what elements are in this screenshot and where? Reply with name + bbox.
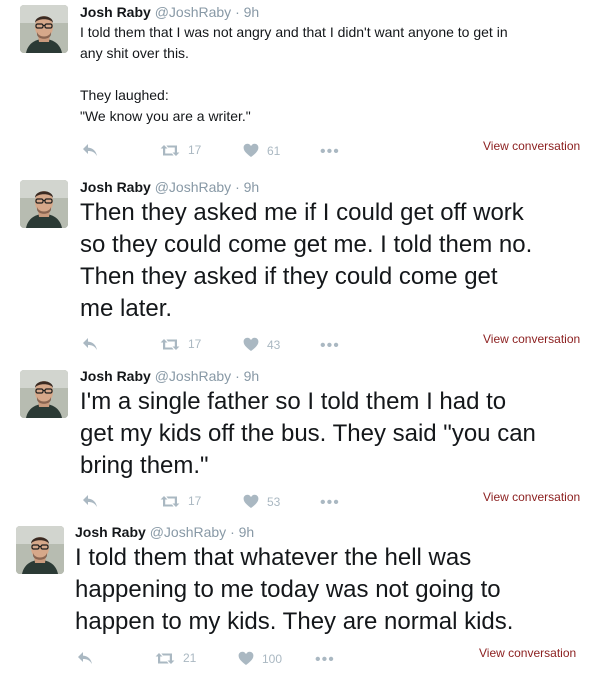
reply-icon — [82, 337, 98, 351]
retweet-count: 21 — [183, 651, 197, 665]
reply-icon — [82, 494, 98, 508]
like-button[interactable]: 43 — [243, 337, 280, 352]
retweet-icon — [155, 652, 175, 665]
tweet-text: I'm a single father so I told them I had… — [80, 386, 536, 482]
like-count: 61 — [267, 143, 281, 158]
heart-icon — [243, 337, 259, 352]
tweet-text-line: any shit over this. — [80, 45, 189, 61]
tweet: Josh Raby @JoshRaby · 9h I'm a single fa… — [0, 360, 610, 520]
tweet-text-line: me later. — [80, 295, 173, 322]
tweet: Josh Raby @JoshRaby · 9h I told them tha… — [0, 0, 610, 170]
reply-icon — [77, 651, 93, 665]
tweet-text-line: They laughed: — [80, 87, 169, 103]
tweet-text: Then they asked me if I could get off wo… — [80, 197, 532, 325]
tweet-text-line: happening to me today was not going to — [75, 576, 501, 603]
more-icon[interactable]: ••• — [320, 495, 340, 511]
separator-dot: · — [235, 4, 240, 20]
like-button[interactable]: 100 — [238, 651, 282, 666]
display-name[interactable]: Josh Raby — [80, 4, 151, 20]
like-button[interactable]: 61 — [243, 143, 280, 158]
retweet-count: 17 — [188, 337, 202, 351]
separator-dot: · — [235, 179, 240, 195]
reply-button[interactable] — [82, 494, 98, 508]
user-handle[interactable]: @JoshRaby — [155, 368, 231, 384]
reply-button[interactable] — [82, 143, 98, 157]
separator-dot: · — [230, 524, 235, 540]
retweet-button[interactable]: 21 — [155, 651, 196, 665]
avatar[interactable] — [16, 526, 64, 574]
tweet-actions: 17 61 ••• View conversation — [80, 139, 590, 163]
tweet-text: I told them that whatever the hell was h… — [75, 542, 513, 638]
tweet-header: Josh Raby @JoshRaby · 9h — [80, 178, 259, 196]
display-name[interactable]: Josh Raby — [80, 179, 151, 195]
tweet-text-line: bring them." — [80, 452, 209, 479]
more-icon[interactable]: ••• — [315, 652, 335, 668]
retweet-button[interactable]: 17 — [160, 337, 201, 351]
display-name[interactable]: Josh Raby — [75, 524, 146, 540]
tweet-text-line: Then they asked if they could come get — [80, 263, 498, 290]
retweet-icon — [160, 338, 180, 351]
tweet-text-line: I told them that whatever the hell was — [75, 544, 472, 571]
tweet-actions: 21 100 ••• View conversation — [75, 646, 585, 671]
tweet-text-line: Then they asked me if I could get off wo… — [80, 199, 524, 226]
timestamp[interactable]: 9h — [239, 524, 255, 540]
heart-icon — [238, 651, 254, 666]
retweet-count: 17 — [188, 143, 202, 157]
view-conversation-link[interactable]: View conversation — [483, 139, 580, 153]
avatar[interactable] — [20, 180, 68, 228]
tweet-text-line: I'm a single father so I told them I had… — [80, 388, 507, 415]
tweet-text-line: get my kids off the bus. They said "you … — [80, 420, 536, 447]
paragraph-break — [80, 64, 508, 85]
like-count: 100 — [262, 651, 283, 666]
retweet-icon — [160, 144, 180, 157]
tweet-text-line: I told them that I was not angry and tha… — [80, 24, 508, 40]
tweet-header: Josh Raby @JoshRaby · 9h — [80, 3, 259, 21]
like-count: 53 — [267, 494, 281, 509]
tweet-header: Josh Raby @JoshRaby · 9h — [75, 523, 254, 541]
retweet-button[interactable]: 17 — [160, 143, 201, 157]
like-button[interactable]: 53 — [243, 494, 280, 509]
display-name[interactable]: Josh Raby — [80, 368, 151, 384]
retweet-icon — [160, 495, 180, 508]
reply-button[interactable] — [82, 337, 98, 351]
more-icon[interactable]: ••• — [320, 338, 340, 354]
avatar[interactable] — [20, 370, 68, 418]
reply-icon — [82, 143, 98, 157]
avatar[interactable] — [20, 5, 68, 53]
view-conversation-link[interactable]: View conversation — [479, 646, 576, 660]
tweet-header: Josh Raby @JoshRaby · 9h — [80, 367, 259, 385]
tweet-actions: 17 53 ••• View conversation — [80, 490, 590, 514]
user-handle[interactable]: @JoshRaby — [150, 524, 226, 540]
view-conversation-link[interactable]: View conversation — [483, 490, 580, 504]
tweet: Josh Raby @JoshRaby · 9h I told them tha… — [0, 520, 610, 679]
like-count: 43 — [267, 337, 281, 352]
timestamp[interactable]: 9h — [244, 179, 260, 195]
user-handle[interactable]: @JoshRaby — [155, 179, 231, 195]
tweet: Josh Raby @JoshRaby · 9h Then they asked… — [0, 170, 610, 360]
reply-button[interactable] — [77, 651, 93, 665]
more-icon[interactable]: ••• — [320, 144, 340, 160]
user-handle[interactable]: @JoshRaby — [155, 4, 231, 20]
tweet-text: I told them that I was not angry and tha… — [80, 22, 508, 127]
timestamp[interactable]: 9h — [244, 4, 260, 20]
heart-icon — [243, 143, 259, 158]
tweet-text-line: so they could come get me. I told them n… — [80, 231, 533, 258]
separator-dot: · — [235, 368, 240, 384]
tweet-text-line: happen to my kids. They are normal kids. — [75, 608, 514, 635]
tweet-actions: 17 43 ••• View conversation — [80, 332, 590, 357]
tweet-text-line: "We know you are a writer." — [80, 108, 251, 124]
heart-icon — [243, 494, 259, 509]
view-conversation-link[interactable]: View conversation — [483, 332, 580, 346]
retweet-count: 17 — [188, 494, 202, 508]
retweet-button[interactable]: 17 — [160, 494, 201, 508]
timestamp[interactable]: 9h — [244, 368, 260, 384]
